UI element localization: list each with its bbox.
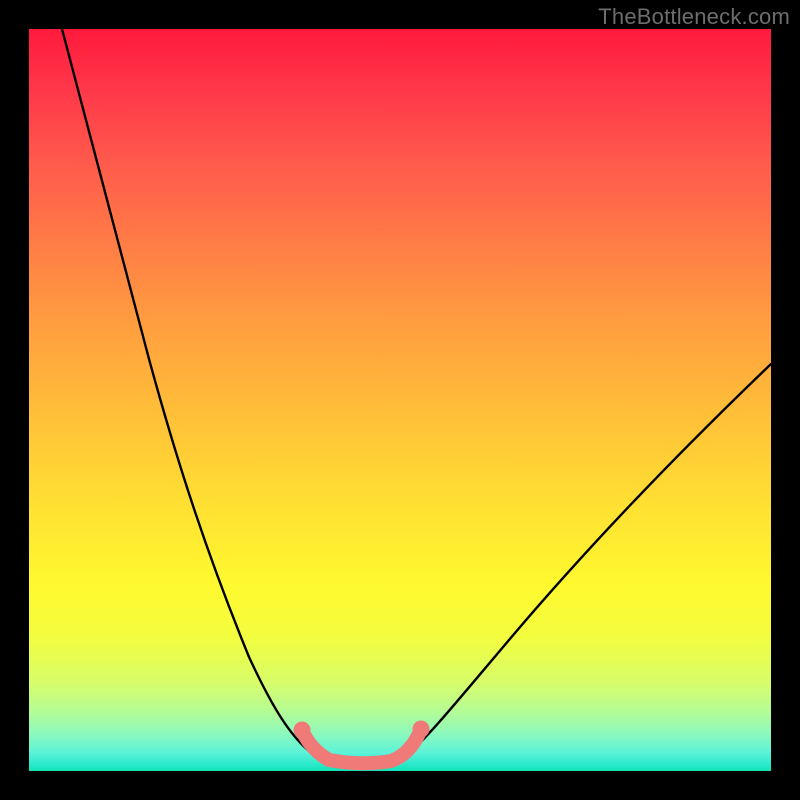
- band-cap-right: [413, 721, 430, 738]
- plot-area: [29, 29, 771, 771]
- right-curve: [410, 364, 771, 752]
- curves-svg: [29, 29, 771, 771]
- band-cap-left: [294, 722, 311, 739]
- chart-frame: TheBottleneck.com: [0, 0, 800, 800]
- bottom-band: [302, 729, 421, 763]
- watermark-text: TheBottleneck.com: [598, 4, 790, 30]
- left-curve: [62, 29, 310, 752]
